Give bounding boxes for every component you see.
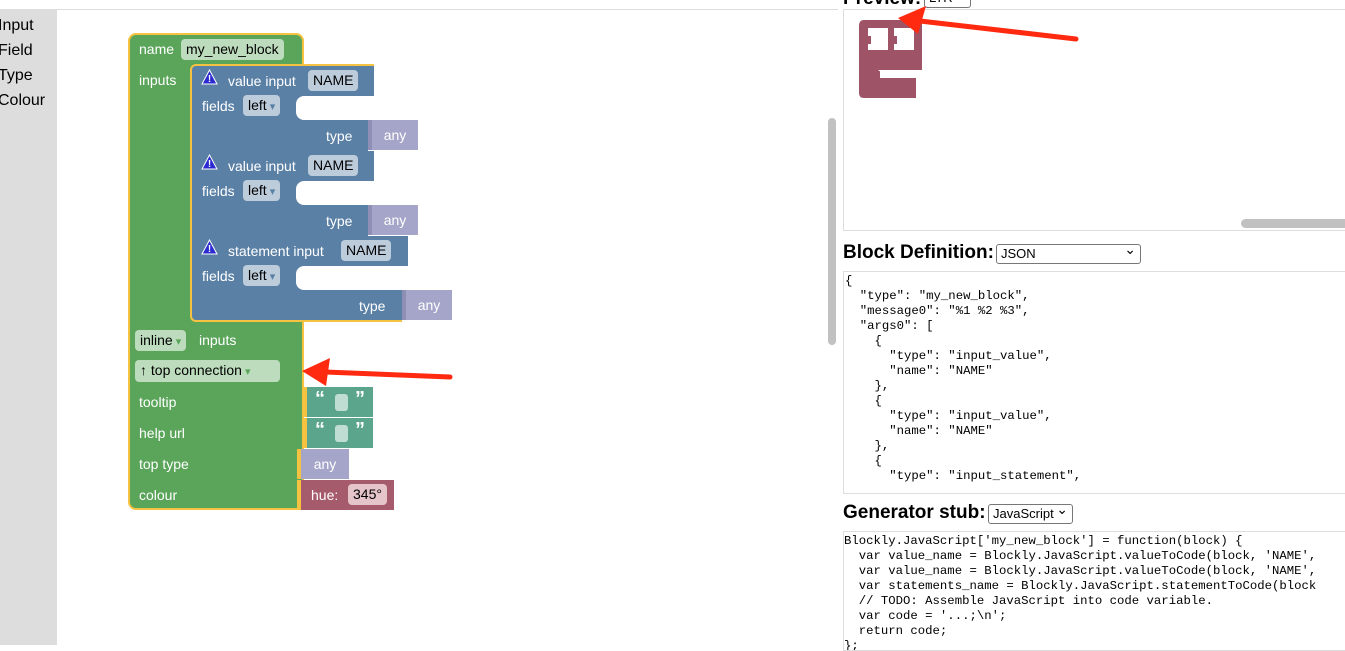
top-connection-dropdown[interactable]: ↑ top connection [135,360,280,382]
type-any-block[interactable]: any [368,120,418,150]
definition-code: { "type": "my_new_block", "message0": "%… [845,274,1082,483]
tooltip-label: tooltip [139,394,177,410]
category-type[interactable]: Type [0,67,33,85]
svg-text:!: ! [208,74,211,85]
type-label: type [326,128,353,144]
help-url-text-block[interactable]: “” [303,418,373,448]
input-name-field[interactable]: NAME [341,240,392,261]
svg-text:!: ! [208,244,211,255]
generator-stub-title: Generator stub: [843,502,986,523]
input-name-field[interactable]: NAME [308,155,359,176]
warning-icon[interactable]: ! [201,69,218,85]
generator-code: Blockly.JavaScript['my_new_block'] = fun… [844,534,1317,651]
type-label: type [326,213,353,229]
fields-label: fields [202,183,235,199]
generator-code-box[interactable]: Blockly.JavaScript['my_new_block'] = fun… [843,531,1345,651]
annotation-arrow-top-connection [302,358,453,386]
category-field[interactable]: Field [0,42,33,60]
svg-text:!: ! [208,159,211,170]
text-field[interactable] [335,425,348,442]
top-divider [0,9,838,10]
type-label: type [359,298,386,314]
input-type-label: statement input [228,243,324,259]
input-name-field[interactable]: NAME [308,70,359,91]
align-dropdown[interactable]: left [243,180,281,201]
toolbox-sidebar: Input Field Type Colour [0,10,57,645]
preview-block[interactable] [858,18,930,100]
category-input[interactable]: Input [0,17,34,35]
hue-field[interactable]: 345° [348,484,387,505]
inputs-label: inputs [139,72,177,88]
hue-label: hue: [311,487,339,503]
block-definition-title: Block Definition: [843,242,994,263]
definition-code-box[interactable]: { "type": "my_new_block", "message0": "%… [843,271,1345,494]
preview-hscrollbar[interactable] [1241,219,1345,228]
preview-workspace[interactable] [843,9,1345,231]
hue-block[interactable]: hue: 345° [297,480,394,510]
fields-label: fields [202,98,235,114]
open-quote: “ [315,419,325,441]
text-field[interactable] [335,394,348,411]
warning-icon[interactable]: ! [201,239,218,255]
align-dropdown[interactable]: left [243,265,281,286]
name-label: name [139,41,175,57]
open-quote: “ [315,388,325,410]
block-name-field[interactable]: my_new_block [181,39,284,60]
help-url-label: help url [139,425,185,441]
generator-language-select[interactable]: JavaScript [988,501,1073,524]
align-dropdown[interactable]: left [243,95,281,116]
type-any-block[interactable]: any [368,205,418,235]
top-type-any-block[interactable]: any [297,449,349,479]
inline-inputs-label: inputs [199,332,237,348]
workspace-scrollbar[interactable] [828,118,836,345]
fields-slot[interactable] [296,181,374,205]
warning-icon[interactable]: ! [201,154,218,170]
close-quote: ” [355,388,365,410]
category-colour[interactable]: Colour [0,92,45,110]
close-quote: ” [355,419,365,441]
fields-slot[interactable] [296,266,408,290]
inline-dropdown[interactable]: inline [135,330,187,351]
definition-format-select[interactable]: JSON [996,241,1141,264]
top-type-label: top type [139,456,189,472]
input-type-label: value input [228,158,296,174]
fields-slot[interactable] [296,96,374,120]
colour-label: colour [139,487,178,503]
direction-select[interactable]: LTR [924,0,971,8]
tooltip-text-block[interactable]: “” [303,387,373,417]
input-type-label: value input [228,73,296,89]
fields-label: fields [202,268,235,284]
type-any-block[interactable]: any [402,290,452,320]
